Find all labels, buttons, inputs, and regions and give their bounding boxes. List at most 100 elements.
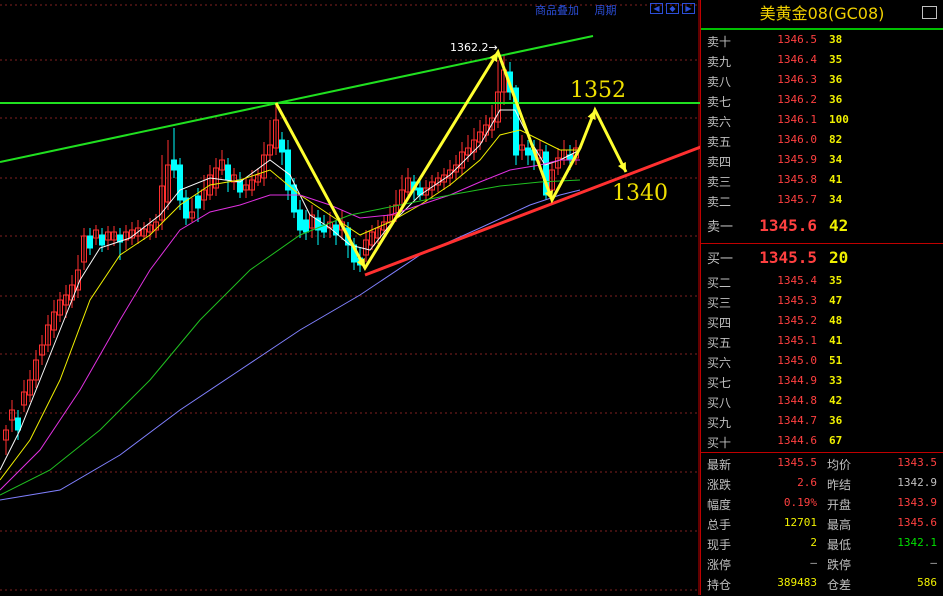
stat-row: 持仓 389483 仓差 586 (701, 576, 943, 596)
ask-row: 卖九 1346.4 35 (701, 53, 943, 73)
bid-volume: 47 (829, 294, 843, 307)
stat-value: 586 (917, 576, 937, 589)
ask-label: 卖六 (707, 115, 732, 129)
ask-volume: 41 (829, 173, 843, 186)
stats-divider (701, 452, 943, 453)
candle-body (177, 164, 183, 201)
bid-volume: 67 (829, 434, 843, 447)
bid-row: 买六 1345.0 51 (701, 354, 943, 374)
bid-row: 买八 1344.8 42 (701, 394, 943, 414)
chart-toolbar: 商品叠加 周期 (535, 2, 629, 18)
ask-label: 卖七 (707, 95, 732, 109)
ask-volume: 34 (829, 193, 843, 206)
ask-label: 卖五 (707, 135, 732, 149)
ask-label: 卖十 (707, 35, 732, 49)
peak-price-label: 1362.2→ (450, 41, 498, 54)
bid-label: 买四 (707, 316, 732, 330)
bid-price: 1344.9 (777, 374, 817, 387)
bid-price: 1345.2 (777, 314, 817, 327)
stat-label: 现手 (707, 538, 732, 552)
panel-menu-icon[interactable] (922, 6, 937, 19)
candle-body (171, 159, 177, 171)
ask-label: 卖二 (707, 195, 732, 209)
bid-volume: 20 (829, 248, 849, 267)
stat-label: 持仓 (707, 578, 732, 592)
candle-body (15, 417, 21, 431)
bid-label: 买一 (707, 252, 734, 267)
panel-title: 美黄金08(GC08) (701, 0, 943, 30)
stat-label: 跌停 (827, 558, 852, 572)
bid-label: 买二 (707, 276, 732, 290)
stat-value: 12701 (783, 516, 817, 529)
ask-row: 卖十 1346.5 38 (701, 33, 943, 53)
stat-value: 1342.1 (897, 536, 937, 549)
stat-label: 涨停 (707, 558, 732, 572)
ask-price: 1346.2 (777, 93, 817, 106)
order-book-divider (701, 243, 943, 244)
candle-body (195, 195, 201, 209)
ask-label: 卖九 (707, 55, 732, 69)
bid-row: 买四 1345.2 48 (701, 314, 943, 334)
stat-value: 1342.9 (897, 476, 937, 489)
ask-price: 1345.9 (777, 153, 817, 166)
stat-label: 最新 (707, 458, 732, 472)
stat-row: 涨跌 2.6 昨结 1342.9 (701, 476, 943, 496)
bid-label: 买八 (707, 396, 732, 410)
period-link[interactable]: 周期 (595, 4, 617, 17)
stat-label: 幅度 (707, 498, 732, 512)
scroll-right-icon[interactable]: ▶ (682, 3, 695, 14)
stat-label: 最高 (827, 518, 852, 532)
stat-value: 2.6 (797, 476, 817, 489)
ask-volume: 36 (829, 73, 843, 86)
ask-label: 卖四 (707, 155, 732, 169)
ask-volume: 100 (829, 113, 849, 126)
ask-price: 1346.4 (777, 53, 817, 66)
candle-body (225, 164, 231, 181)
bid-label: 买六 (707, 356, 732, 370)
ask-volume: 35 (829, 53, 843, 66)
zoom-icon[interactable]: ◆ (666, 3, 679, 14)
stat-value: 2 (810, 536, 817, 549)
bid-volume: 48 (829, 314, 843, 327)
stat-value: 1345.6 (897, 516, 937, 529)
bid-volume: 42 (829, 394, 843, 407)
bid-row: 买十 1344.6 67 (701, 434, 943, 454)
stat-value: — (930, 556, 937, 569)
ask-volume: 82 (829, 133, 843, 146)
bid-price: 1345.1 (777, 334, 817, 347)
ask-price: 1346.5 (777, 33, 817, 46)
bid-label: 买九 (707, 416, 732, 430)
bid-price: 1344.6 (777, 434, 817, 447)
overlay-symbol-link[interactable]: 商品叠加 (535, 4, 579, 17)
ask-label: 卖八 (707, 75, 732, 89)
candle-body (303, 219, 309, 233)
ask-volume: 34 (829, 153, 843, 166)
candle-body (87, 235, 93, 249)
ask-price: 1345.8 (777, 173, 817, 186)
stat-label: 总手 (707, 518, 732, 532)
ask-row: 卖六 1346.1 100 (701, 113, 943, 133)
instrument-name: 美黄金08(GC08) (759, 4, 885, 23)
price-chart[interactable]: 1362.2→ 1352 1340 商品叠加 周期 ◀ ◆ ▶ (0, 0, 700, 595)
stat-label: 最低 (827, 538, 852, 552)
bid-row: 买五 1345.1 41 (701, 334, 943, 354)
candlestick-chart-svg: 1362.2→ 1352 1340 (0, 0, 700, 595)
stat-value: 0.19% (783, 496, 817, 509)
target-low-label: 1340 (612, 181, 668, 206)
stat-row: 涨停 — 跌停 — (701, 556, 943, 576)
ask-volume: 36 (829, 93, 843, 106)
ask-row: 卖三 1345.8 41 (701, 173, 943, 193)
quote-panel: 美黄金08(GC08) 卖十 1346.5 38 卖九 1346.4 35 卖八 1346.3… (700, 0, 943, 595)
stat-value: 1343.9 (897, 496, 937, 509)
candle-body (279, 139, 285, 153)
candle-body (525, 147, 531, 156)
stat-label: 均价 (827, 458, 852, 472)
bid-volume: 35 (829, 274, 843, 287)
scroll-left-icon[interactable]: ◀ (650, 3, 663, 14)
stat-value: 1345.5 (777, 456, 817, 469)
bid-price: 1345.0 (777, 354, 817, 367)
bid-row: 买七 1344.9 33 (701, 374, 943, 394)
candle-body (297, 209, 303, 231)
bid-row: 买九 1344.7 36 (701, 414, 943, 434)
stat-label: 开盘 (827, 498, 852, 512)
